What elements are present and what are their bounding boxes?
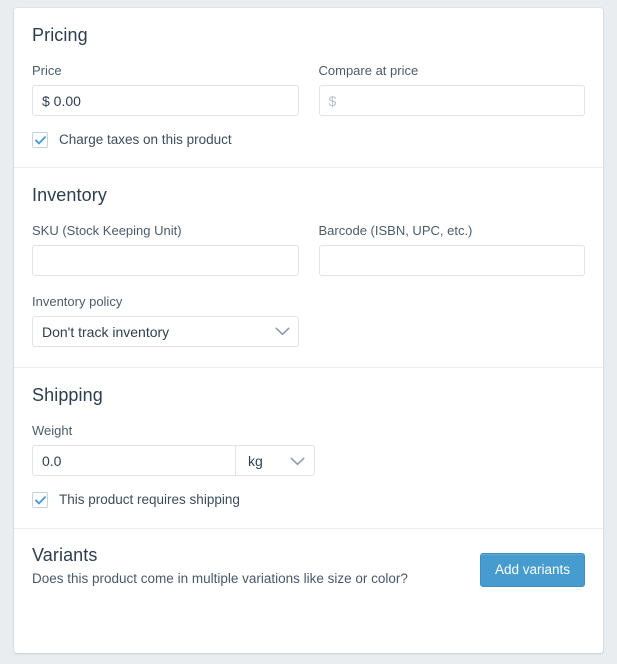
weight-input[interactable] — [32, 445, 235, 476]
inventory-policy-selected-value: Don't track inventory — [32, 316, 299, 347]
pricing-section-title: Pricing — [32, 25, 88, 45]
barcode-input[interactable] — [318, 245, 585, 276]
compare-at-price-label: Compare at price — [318, 63, 419, 78]
price-label: Price — [32, 63, 62, 78]
barcode-label: Barcode (ISBN, UPC, etc.) — [318, 223, 473, 238]
variants-section: Variants Does this product come in multi… — [14, 528, 603, 603]
requires-shipping-checkbox[interactable] — [32, 492, 48, 508]
compare-at-price-input[interactable] — [318, 85, 585, 116]
variants-subtitle: Does this product come in multiple varia… — [32, 571, 408, 586]
requires-shipping-row[interactable]: This product requires shipping — [32, 492, 585, 508]
variants-section-title: Variants — [32, 545, 98, 565]
charge-taxes-row[interactable]: Charge taxes on this product — [32, 132, 585, 148]
sku-input[interactable] — [32, 245, 299, 276]
weight-label: Weight — [32, 423, 73, 438]
weight-unit-select[interactable]: kg — [235, 445, 315, 476]
charge-taxes-label: Charge taxes on this product — [59, 132, 232, 147]
sku-field-group: SKU (Stock Keeping Unit) — [32, 223, 299, 276]
weight-unit-selected-value: kg — [248, 452, 263, 469]
variants-text-block: Variants Does this product come in multi… — [32, 545, 408, 587]
inventory-section-title: Inventory — [32, 185, 107, 205]
inventory-policy-label: Inventory policy — [32, 294, 123, 309]
price-field-group: Price — [32, 63, 299, 116]
product-form-card: Pricing Price Compare at price Charge ta… — [14, 8, 603, 653]
inventory-policy-field-group: Inventory policy Don't track inventory — [32, 294, 585, 347]
shipping-section: Shipping Weight kg — [14, 367, 603, 528]
pricing-section: Pricing Price Compare at price Charge ta… — [14, 8, 603, 167]
shipping-section-title: Shipping — [32, 385, 103, 405]
inventory-policy-select[interactable]: Don't track inventory — [32, 316, 299, 347]
charge-taxes-checkbox[interactable] — [32, 132, 48, 148]
chevron-down-icon — [290, 453, 305, 469]
sku-label: SKU (Stock Keeping Unit) — [32, 223, 182, 238]
barcode-field-group: Barcode (ISBN, UPC, etc.) — [318, 223, 585, 276]
pricing-fields-row: Price Compare at price — [32, 63, 585, 116]
inventory-section: Inventory SKU (Stock Keeping Unit) Barco… — [14, 167, 603, 367]
price-input[interactable] — [32, 85, 299, 116]
weight-field-group: Weight kg — [32, 423, 585, 476]
add-variants-button[interactable]: Add variants — [479, 553, 585, 587]
weight-input-group: kg — [32, 445, 315, 476]
compare-at-price-field-group: Compare at price — [318, 63, 585, 116]
requires-shipping-label: This product requires shipping — [59, 492, 240, 507]
inventory-fields-row: SKU (Stock Keeping Unit) Barcode (ISBN, … — [32, 223, 585, 276]
